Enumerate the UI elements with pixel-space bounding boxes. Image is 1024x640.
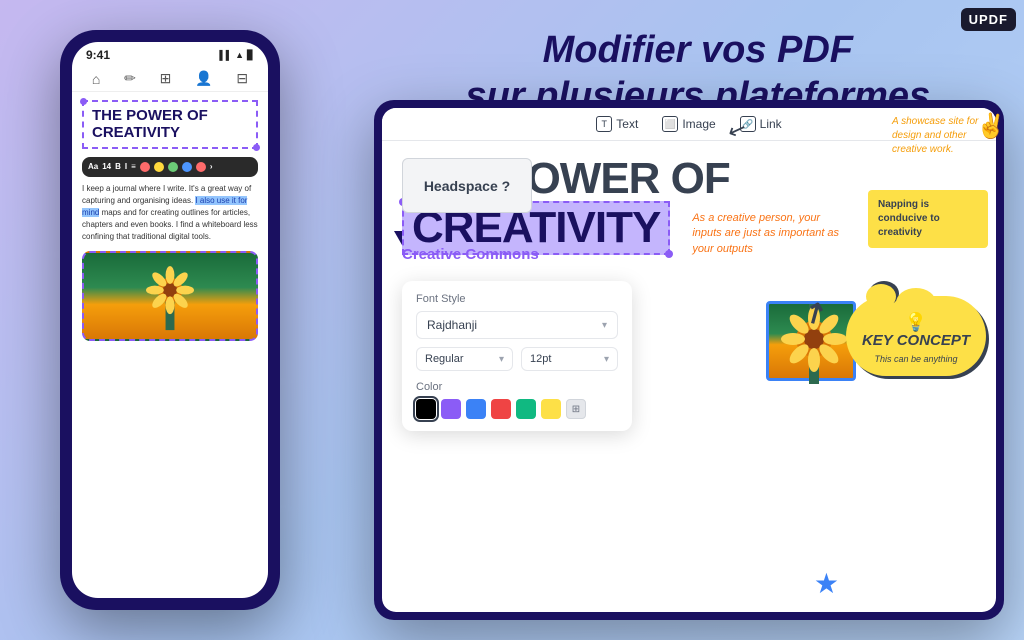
toolbar-link-label: Link <box>760 117 782 131</box>
phone-format-bar[interactable]: Aa 14 B I ≡ › <box>82 157 258 177</box>
color-dot-yellow[interactable] <box>154 162 164 172</box>
format-bold[interactable]: B <box>115 161 121 173</box>
hand-peace-emoji: ✌️ <box>976 112 1006 141</box>
star-deco: ★ <box>814 567 839 600</box>
phone-body-text: I keep a journal where I write. It's a g… <box>82 183 258 243</box>
format-list[interactable]: ≡ <box>131 161 136 173</box>
font-name-select[interactable]: Rajdhanji ▾ <box>416 311 618 339</box>
font-weight-select[interactable]: Regular ▾ <box>416 347 513 371</box>
format-italic[interactable]: I <box>125 161 127 173</box>
creative-commons-text: Creative Commons <box>402 246 539 263</box>
grid-icon[interactable]: ⊞ <box>160 70 172 87</box>
color-custom[interactable]: ⊞ <box>566 399 586 419</box>
format-size[interactable]: 14 <box>102 161 111 173</box>
sunflower-svg <box>135 259 205 339</box>
menu-icon[interactable]: ⊟ <box>236 70 248 87</box>
updf-logo: UPDF <box>961 8 1016 31</box>
color-dot-red[interactable] <box>140 162 150 172</box>
bulb-icon: 💡 <box>858 312 974 333</box>
font-size-select[interactable]: 12pt ▾ <box>521 347 618 371</box>
tablet-mockup: T Text ⬜ Image 🔗 Link THE POWER OF CREAT… <box>374 100 1004 620</box>
color-yellow[interactable] <box>541 399 561 419</box>
color-dot-green[interactable] <box>168 162 178 172</box>
home-icon[interactable]: ⌂ <box>92 71 100 87</box>
phone-toolbar: ⌂ ✏ ⊞ 👤 ⊟ <box>72 66 268 92</box>
toolbar-text[interactable]: T Text <box>596 116 638 132</box>
image-icon: ⬜ <box>662 116 678 132</box>
color-purple[interactable] <box>441 399 461 419</box>
phone-title-box: THE POWER OF CREATIVITY <box>82 100 258 149</box>
key-concept-cloud: 💡 KEY CONCEPT This can be anything <box>846 296 986 376</box>
cursor-icon <box>394 231 402 245</box>
color-dot-blue[interactable] <box>182 162 192 172</box>
phone-status-bar: 9:41 ▌▌ ▲ ▊ <box>72 42 268 66</box>
color-label: Color <box>416 381 618 393</box>
headspace-box: Headspace ? <box>402 158 532 213</box>
user-icon[interactable]: 👤 <box>195 70 212 87</box>
phone-image-sunflower <box>82 251 258 341</box>
toolbar-image-label: Image <box>682 117 715 131</box>
tablet-content: THE POWER OF CREATIVITY As a creative pe… <box>382 141 996 273</box>
phone-time: 9:41 <box>86 48 110 62</box>
toolbar-image[interactable]: ⬜ Image <box>662 116 715 132</box>
color-dot-orange[interactable] <box>196 162 206 172</box>
format-font[interactable]: Aa <box>88 161 98 173</box>
italic-deco-text: As a creative person, your inputs are ju… <box>692 211 842 257</box>
format-more[interactable]: › <box>210 161 213 173</box>
color-red[interactable] <box>491 399 511 419</box>
color-black[interactable] <box>416 399 436 419</box>
text-icon: T <box>596 116 612 132</box>
edit-icon[interactable]: ✏ <box>124 70 136 87</box>
color-row: ⊞ <box>416 399 618 419</box>
headspace-text: Headspace ? <box>424 178 510 194</box>
key-concept-sub: This can be anything <box>858 354 974 364</box>
header-line1: Modifier vos PDF <box>466 28 931 74</box>
phone-title-line1: THE POWER OF <box>92 108 248 125</box>
key-concept-section: 💡 KEY CONCEPT This can be anything <box>846 296 986 376</box>
napping-note: Napping is conducive to creativity <box>868 190 988 248</box>
color-green[interactable] <box>516 399 536 419</box>
key-concept-title: KEY CONCEPT <box>858 333 974 350</box>
phone-title-line2: CREATIVITY <box>92 125 248 142</box>
phone-content: THE POWER OF CREATIVITY Aa 14 B I ≡ › I … <box>72 92 268 349</box>
toolbar-text-label: Text <box>616 117 638 131</box>
font-panel: Font Style Rajdhanji ▾ Regular ▾ 12pt ▾ … <box>402 281 632 431</box>
font-style-label: Font Style <box>416 293 618 305</box>
color-blue[interactable] <box>466 399 486 419</box>
phone-mockup: 9:41 ▌▌ ▲ ▊ ⌂ ✏ ⊞ 👤 ⊟ THE POWER OF CREAT… <box>60 30 280 610</box>
phone-signal-icons: ▌▌ ▲ ▊ <box>219 50 254 61</box>
